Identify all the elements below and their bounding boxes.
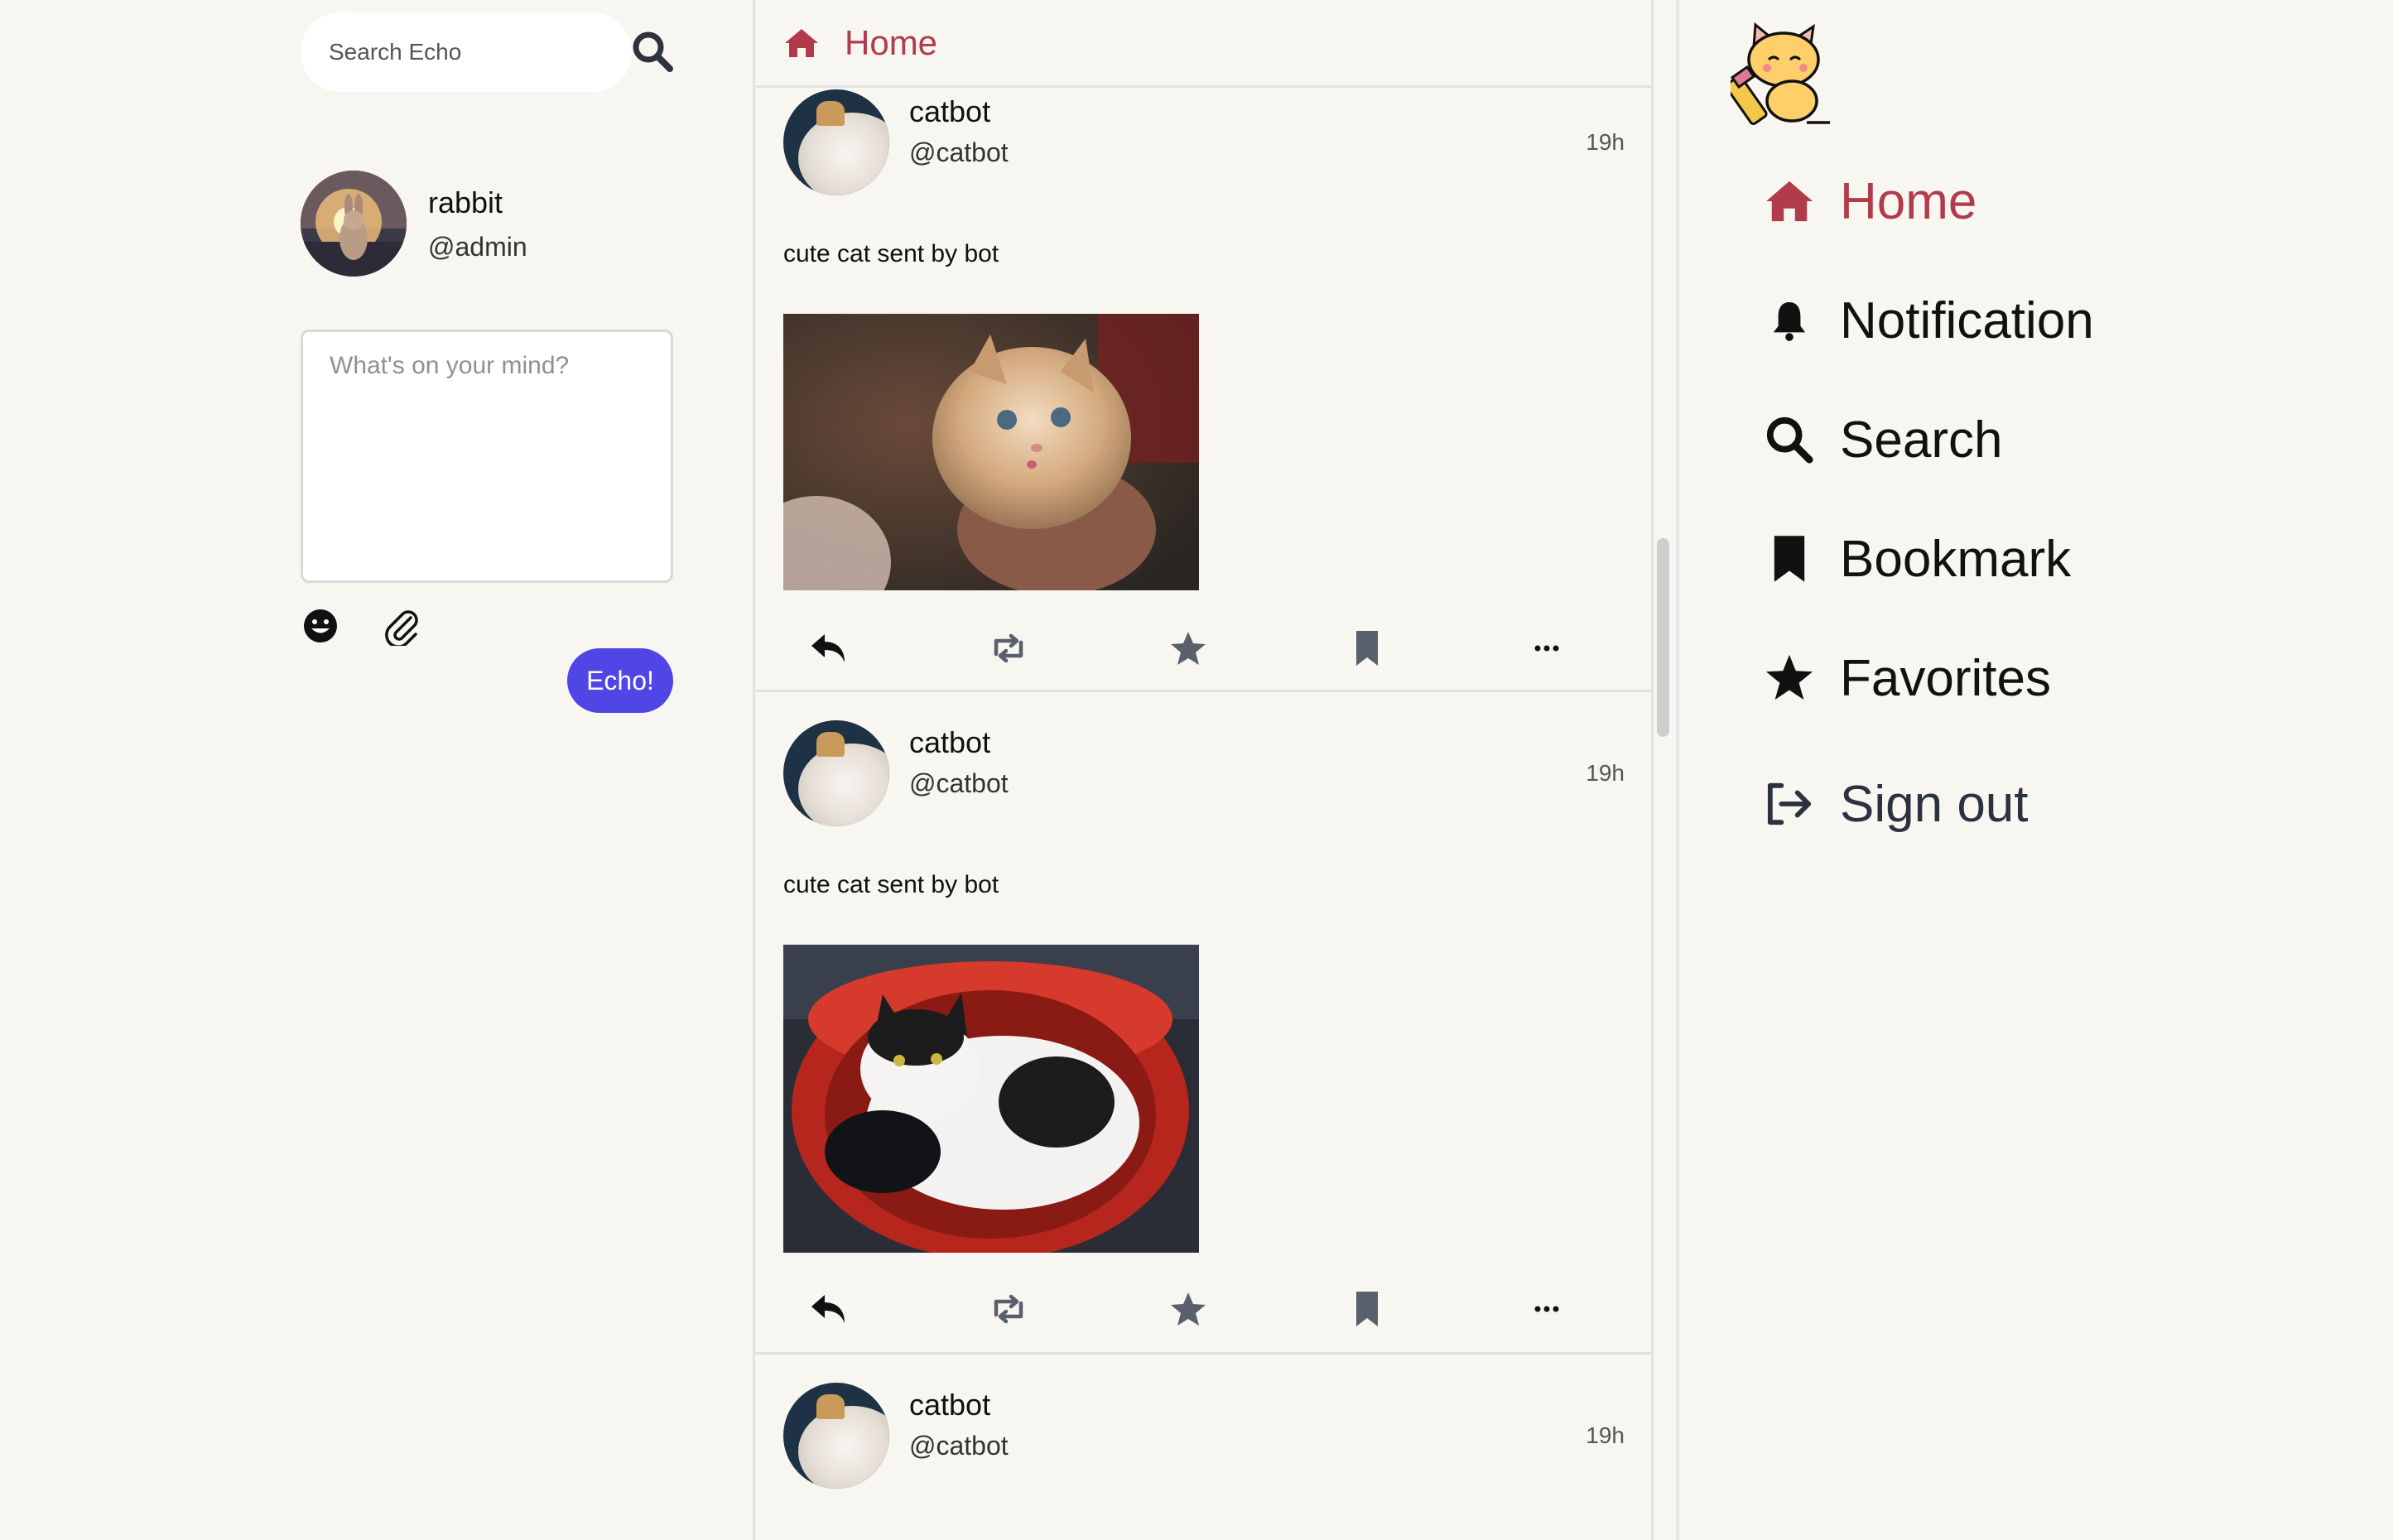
- post-timestamp: 19h: [1586, 760, 1625, 786]
- cat-mascot-logo: [1725, 22, 1830, 125]
- post-author-name[interactable]: catbot: [909, 94, 990, 129]
- post-author-name[interactable]: catbot: [909, 725, 990, 760]
- app-logo[interactable]: [1725, 22, 1833, 126]
- post-author-handle[interactable]: @catbot: [909, 137, 1009, 168]
- nav-label: Favorites: [1840, 649, 2051, 707]
- echo-button[interactable]: Echo!: [567, 648, 673, 713]
- reply-icon: [811, 634, 845, 662]
- left-column: rabbit @admin Echo!: [0, 0, 754, 1540]
- emoji-button[interactable]: [302, 608, 339, 644]
- more-button[interactable]: [1526, 1290, 1567, 1328]
- nav-item-notification[interactable]: Notification: [1762, 283, 2226, 358]
- search-box: [301, 12, 632, 92]
- bell-icon: [1773, 302, 1806, 341]
- nav-label: Sign out: [1840, 775, 2029, 833]
- star-icon: [1765, 654, 1813, 700]
- kitten-photo: [783, 314, 1199, 590]
- favorite-button[interactable]: [1168, 1290, 1209, 1328]
- post-author-name[interactable]: catbot: [909, 1388, 990, 1422]
- cat-basket-photo: [783, 945, 1199, 1253]
- post-text: cute cat sent by bot: [783, 240, 999, 267]
- sign-out-icon: [1767, 782, 1812, 825]
- post-image[interactable]: [783, 314, 1199, 590]
- bookmark-icon: [1774, 536, 1805, 582]
- attach-button[interactable]: [383, 606, 421, 648]
- reply-button[interactable]: [808, 1290, 850, 1328]
- compose-textarea[interactable]: [330, 352, 644, 561]
- nav-label: Home: [1840, 172, 1977, 230]
- more-button[interactable]: [1526, 629, 1567, 667]
- nav-item-search[interactable]: Search: [1762, 402, 2226, 477]
- column-divider: [1676, 0, 1679, 1540]
- bookmark-button[interactable]: [1346, 1290, 1388, 1328]
- reecho-icon: [994, 633, 1023, 663]
- reply-button[interactable]: [808, 629, 850, 667]
- paperclip-icon: [385, 610, 418, 648]
- nav-label: Notification: [1840, 291, 2094, 349]
- rabbit-avatar-image: [301, 171, 407, 277]
- post-timestamp: 19h: [1586, 129, 1625, 155]
- user-handle: @admin: [428, 231, 527, 262]
- feed-scrollbar[interactable]: [1657, 538, 1669, 737]
- search-button[interactable]: [631, 30, 674, 73]
- more-icon: [1534, 645, 1559, 652]
- avatar[interactable]: [783, 720, 889, 826]
- post-author-handle[interactable]: @catbot: [909, 768, 1009, 799]
- emoji-icon: [304, 609, 337, 642]
- reecho-button[interactable]: [988, 629, 1029, 667]
- favorite-icon: [1171, 632, 1206, 665]
- reecho-button[interactable]: [988, 1290, 1029, 1328]
- nav-item-bookmark[interactable]: Bookmark: [1762, 522, 2226, 596]
- home-icon: [785, 28, 818, 57]
- reply-icon: [811, 1295, 845, 1323]
- nav-item-home[interactable]: Home: [1762, 164, 2226, 238]
- user-display-name: rabbit: [428, 185, 503, 219]
- avatar[interactable]: [301, 171, 407, 277]
- search-input[interactable]: [329, 39, 610, 65]
- feed-title: Home: [845, 22, 938, 62]
- avatar[interactable]: [783, 1383, 889, 1489]
- nav-label: Bookmark: [1840, 530, 2072, 588]
- post-actions: [755, 629, 1651, 679]
- post: catbot @catbot 19h cute cat sent by bot: [755, 692, 1651, 1355]
- avatar[interactable]: [783, 89, 889, 195]
- nav-item-favorites[interactable]: Favorites: [1762, 641, 2226, 715]
- timeline-feed: Home catbot @catbot 19h cute cat sent by…: [753, 0, 1654, 1540]
- search-icon: [1766, 416, 1813, 464]
- post-actions: [755, 1290, 1651, 1340]
- post-text: cute cat sent by bot: [783, 871, 999, 898]
- bookmark-icon: [1356, 1292, 1378, 1326]
- reecho-icon: [994, 1294, 1023, 1324]
- post: catbot @catbot 19h: [755, 1355, 1651, 1540]
- search-icon: [633, 31, 673, 72]
- home-icon: [1766, 180, 1813, 222]
- bookmark-button[interactable]: [1346, 629, 1388, 667]
- feed-header: Home: [755, 0, 1651, 88]
- post-image[interactable]: [783, 945, 1199, 1253]
- composer: [301, 330, 673, 583]
- more-icon: [1534, 1306, 1559, 1312]
- bookmark-icon: [1356, 631, 1378, 666]
- nav-label: Search: [1840, 411, 2003, 469]
- post-author-handle[interactable]: @catbot: [909, 1431, 1009, 1461]
- favorite-icon: [1171, 1292, 1206, 1326]
- post: catbot @catbot 19h cute cat sent by bot: [755, 88, 1651, 692]
- favorite-button[interactable]: [1168, 629, 1209, 667]
- post-timestamp: 19h: [1586, 1422, 1625, 1448]
- nav-item-sign-out[interactable]: Sign out: [1762, 767, 2226, 841]
- current-user-profile[interactable]: rabbit @admin: [301, 171, 527, 277]
